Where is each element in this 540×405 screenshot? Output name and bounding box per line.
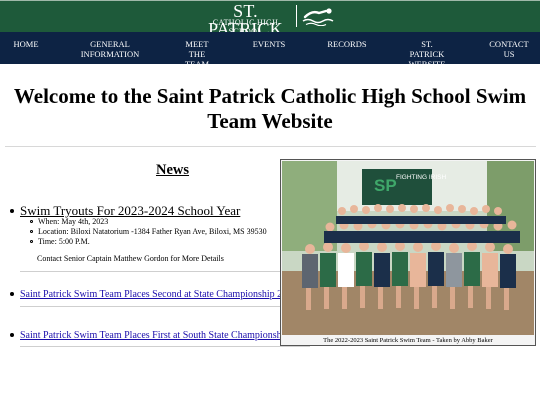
nav-events[interactable]: EVENTS [245,39,293,49]
detail-time: Time: 5:00 P.M. [30,237,267,247]
article-divider [20,346,310,347]
nav-records[interactable]: RECORDS [322,39,372,49]
article-divider [20,306,310,307]
list-bullet [10,292,14,296]
photo-banner-text: FIGHTING IRISH [396,174,447,181]
detail-when: When: May 4th, 2023 [30,217,267,227]
photo-caption: The 2022-2023 Saint Patrick Swim Team - … [323,337,493,344]
article-tryouts-title[interactable]: Swim Tryouts For 2023-2024 School Year [20,203,240,218]
logo-divider [296,5,297,27]
detail-location: Location: Biloxi Natatorium -1384 Father… [30,227,267,237]
nav-st-patrick-website[interactable]: ST. PATRICK WEBSITE [405,39,449,64]
list-bullet [10,333,14,337]
title-divider [5,146,536,147]
photo-banner-letters: SP [374,176,397,195]
article-state-championship-link[interactable]: Saint Patrick Swim Team Places Second at… [20,287,297,302]
article-south-state-link[interactable]: Saint Patrick Swim Team Places First at … [20,328,293,343]
nav-meet-the-team[interactable]: MEET THE TEAM [181,39,213,64]
nav-contact-us[interactable]: CONTACT US [484,39,534,59]
team-photo-card: SP FIGHTING IRISH The 2022-2023 Saint Pa… [280,159,536,346]
nav-general-information[interactable]: GENERAL INFORMATION [76,39,144,59]
swimmer-icon [302,8,334,26]
team-photo: SP FIGHTING IRISH [282,161,534,335]
news-heading: News [155,162,190,178]
main-nav: HOME GENERAL INFORMATION MEET THE TEAM E… [0,32,540,64]
list-bullet [10,209,14,213]
tryout-details: When: May 4th, 2023 Location: Biloxi Nat… [30,217,267,247]
page-title: Welcome to the Saint Patrick Catholic Hi… [13,84,527,133]
nav-home[interactable]: HOME [4,39,48,49]
site-banner: ST. PATRICK CATHOLIC HIGH SCHOOL [0,0,540,38]
contact-note: Contact Senior Captain Matthew Gordon fo… [37,254,224,263]
article-divider [20,271,310,272]
